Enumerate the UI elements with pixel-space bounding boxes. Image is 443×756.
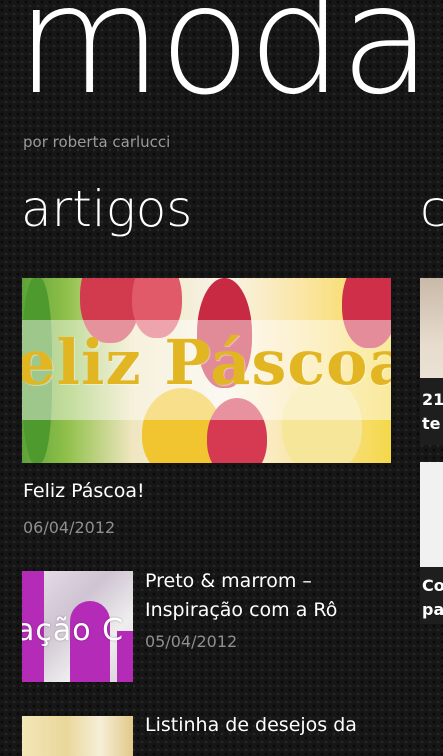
peek-caption: Co pa xyxy=(422,574,443,622)
article-title[interactable]: Listinha de desejos da xyxy=(145,711,357,740)
article-date: 05/04/2012 xyxy=(145,632,238,651)
article-thumbnail[interactable] xyxy=(22,716,133,756)
peek-caption-line: te xyxy=(422,414,441,433)
featured-article-title[interactable]: Feliz Páscoa! xyxy=(23,480,145,502)
featured-article-date: 06/04/2012 xyxy=(23,518,116,537)
app-title: moda xyxy=(16,0,432,128)
section-title-artigos[interactable]: artigos xyxy=(21,184,192,234)
featured-article-image[interactable]: eliz Páscoa xyxy=(22,278,391,463)
article-thumbnail[interactable]: ação C xyxy=(22,571,133,682)
next-section-item[interactable]: 21 te xyxy=(420,278,443,445)
peek-caption-line: Co xyxy=(422,576,443,595)
article-title[interactable]: Preto & marrom – Inspiração com a Rô xyxy=(145,567,337,625)
featured-image-text: eliz Páscoa xyxy=(22,326,391,399)
app-subtitle: por roberta carlucci xyxy=(23,133,171,151)
thumb-text: ação C xyxy=(22,613,125,648)
article-title-line: Inspiração com a Rô xyxy=(145,599,338,621)
peek-caption-line: 21 xyxy=(422,390,443,409)
peek-caption: 21 te xyxy=(422,388,443,436)
next-section-title[interactable]: c xyxy=(420,184,443,234)
peek-caption-line: pa xyxy=(422,600,443,619)
next-section-item[interactable]: Co pa xyxy=(420,462,443,624)
article-title-line: Listinha de desejos da xyxy=(145,714,357,736)
article-title-line: Preto & marrom – xyxy=(145,570,312,592)
